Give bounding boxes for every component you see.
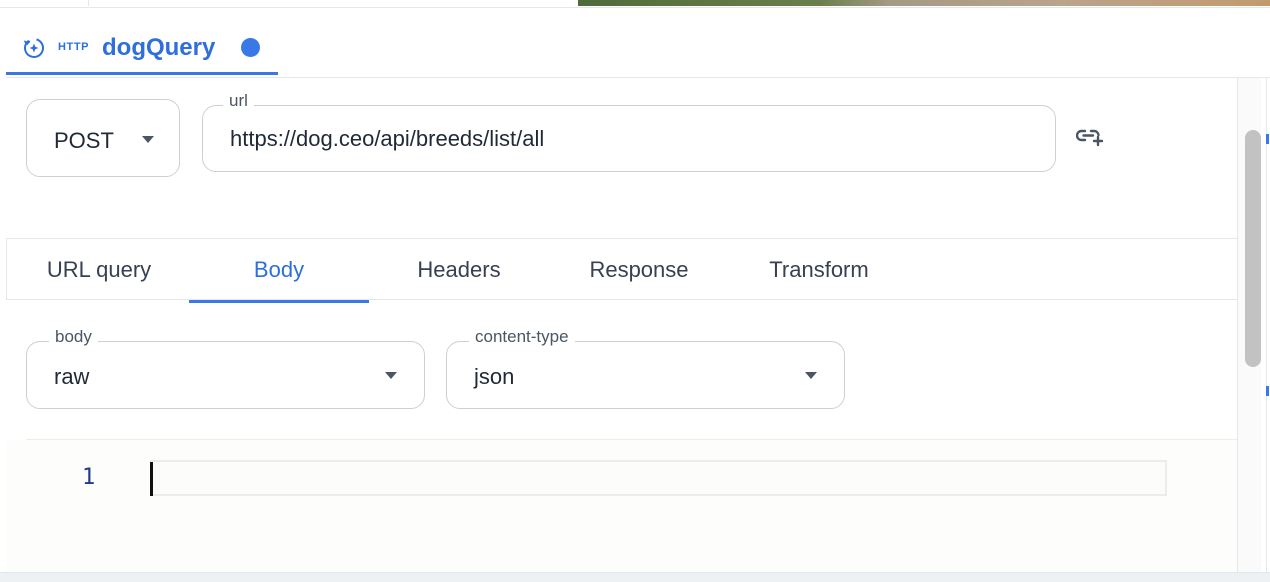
body-label: body (49, 327, 98, 347)
scrollbar-thumb[interactable] (1245, 130, 1261, 367)
active-tab-underline (6, 72, 278, 75)
query-tab[interactable]: HTTP dogQuery (6, 24, 278, 75)
chevron-down-icon (385, 372, 397, 379)
request-subtabs: URL query Body Headers Response Transfor… (6, 238, 1237, 303)
url-value: https://dog.ceo/api/breeds/list/all (230, 126, 545, 151)
bottom-strip (0, 572, 1270, 582)
tab-url-query[interactable]: URL query (9, 239, 189, 301)
content-type-value: json (474, 364, 515, 389)
top-cell (0, 0, 89, 6)
body-value: raw (54, 364, 90, 389)
text-cursor (150, 462, 153, 496)
preview-image (578, 0, 1270, 6)
line-number: 1 (82, 465, 96, 490)
query-refresh-icon (24, 38, 44, 58)
code-editor-line[interactable] (150, 460, 1167, 496)
content-type-select[interactable]: content-type json (446, 327, 845, 409)
content-type-label: content-type (469, 327, 575, 347)
tab-label: Body (253, 257, 305, 282)
tab-response[interactable]: Response (549, 239, 729, 301)
query-name: dogQuery (102, 34, 216, 61)
tab-label: Response (589, 257, 689, 282)
url-field[interactable]: url https://dog.ceo/api/breeds/list/all (202, 91, 1056, 172)
tab-body[interactable]: Body (189, 239, 369, 303)
tab-headers[interactable]: Headers (369, 239, 549, 301)
method-value: POST (54, 128, 114, 153)
body-select[interactable]: body raw (26, 327, 425, 409)
tab-label: URL query (46, 257, 152, 282)
url-label: url (223, 91, 254, 111)
editor-divider (26, 439, 1237, 440)
chevron-down-icon (142, 136, 154, 143)
chevron-down-icon (805, 372, 817, 379)
edge-marker (1266, 134, 1269, 144)
method-select[interactable]: POST (26, 99, 180, 177)
adjacent-panel-edge (1266, 78, 1270, 572)
edge-marker (1266, 386, 1269, 396)
tab-label: Headers (417, 257, 501, 282)
active-tab-indicator (189, 300, 369, 303)
unsaved-indicator (241, 38, 260, 57)
tab-transform[interactable]: Transform (729, 239, 909, 301)
tab-label: Transform (769, 257, 869, 282)
protocol-label: HTTP (58, 41, 90, 53)
top-strip (0, 0, 1270, 8)
link-add-icon[interactable] (1076, 124, 1106, 148)
